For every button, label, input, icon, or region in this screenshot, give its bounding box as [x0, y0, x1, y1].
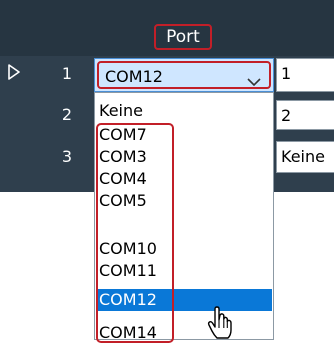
dropdown-option-com3[interactable]: COM3 — [96, 146, 272, 168]
port-dropdown-list[interactable]: Keine COM7 COM3 COM4 COM5 COM10 COM11 CO… — [94, 92, 274, 340]
grid-header: Port — [0, 0, 334, 56]
dropdown-option-com11[interactable]: COM11 — [96, 260, 272, 282]
row-number: 2 — [61, 105, 72, 124]
row-indicator-icon — [8, 64, 20, 84]
next-column-cell[interactable]: 2 — [276, 100, 334, 130]
dropdown-option-com4[interactable]: COM4 — [96, 168, 272, 190]
dropdown-option-com12[interactable]: COM12 — [96, 289, 272, 311]
column-header-port[interactable]: Port — [154, 24, 212, 50]
dropdown-option-keine[interactable]: Keine — [96, 100, 272, 122]
port-combobox[interactable]: COM12 — [94, 58, 274, 92]
dropdown-option-com14[interactable]: COM14 — [96, 322, 272, 339]
dropdown-option-com5[interactable]: COM5 — [96, 190, 272, 212]
dropdown-option-com7[interactable]: COM7 — [96, 124, 272, 146]
next-column-cell[interactable]: Keine — [276, 141, 334, 173]
next-column-cell[interactable]: 1 — [276, 58, 334, 92]
port-combobox-outline: COM12 — [97, 61, 271, 89]
hand-pointer-cursor-icon — [206, 306, 236, 344]
row-number: 1 — [61, 64, 72, 83]
chevron-down-icon[interactable] — [247, 72, 261, 91]
port-combobox-value: COM12 — [105, 67, 163, 86]
dropdown-option-com10[interactable]: COM10 — [96, 238, 272, 260]
row-number: 3 — [61, 147, 72, 166]
